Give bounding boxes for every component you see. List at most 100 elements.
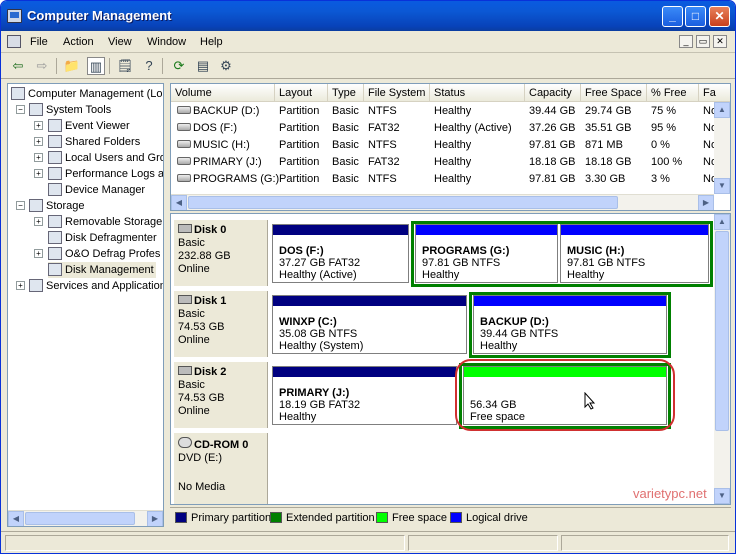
maximize-button[interactable]: □: [685, 6, 706, 27]
tree-item-storage[interactable]: Storage: [29, 198, 85, 214]
disk-2-header[interactable]: Disk 2 Basic 74.53 GB Online: [174, 362, 268, 428]
help-icon[interactable]: ?: [140, 57, 158, 75]
tree-horizontal-scrollbar[interactable]: ◀ ▶: [8, 510, 163, 526]
refresh-icon[interactable]: ⟳: [170, 57, 188, 75]
collapse-icon[interactable]: −: [16, 201, 25, 210]
expand-icon[interactable]: +: [16, 281, 25, 290]
cell-volume: PROGRAMS (G:): [193, 173, 280, 185]
tree-item-performance-logs[interactable]: Performance Logs a: [48, 166, 163, 182]
scroll-up-icon[interactable]: ▲: [714, 214, 730, 230]
cell-fs: NTFS: [368, 139, 397, 151]
tree-item-disk-management[interactable]: Disk Management: [48, 262, 156, 278]
mdi-restore-button[interactable]: ▭: [696, 35, 710, 48]
tree-item-shared-folders[interactable]: Shared Folders: [48, 134, 140, 150]
partition-backup[interactable]: BACKUP (D:) 39.44 GB NTFS Healthy: [473, 295, 667, 354]
tree-label: Device Manager: [65, 184, 146, 196]
settings-icon[interactable]: ⚙: [217, 57, 235, 75]
tree-item-local-users[interactable]: Local Users and Gro: [48, 150, 163, 166]
table-row[interactable]: BACKUP (D:) Partition Basic NTFS Healthy…: [171, 103, 717, 120]
disk-name: Disk 1: [194, 295, 227, 307]
mdi-minimize-button[interactable]: _: [679, 35, 693, 48]
scroll-thumb[interactable]: [25, 512, 135, 525]
tree-item-removable-storage[interactable]: Removable Storage: [48, 214, 162, 230]
legend-swatch: [376, 512, 388, 523]
partition-music[interactable]: MUSIC (H:) 97.81 GB NTFS Healthy: [560, 224, 709, 283]
partition-size: 97.81 GB NTFS: [567, 257, 646, 269]
column-header[interactable]: Status: [430, 84, 525, 102]
column-header[interactable]: Volume: [171, 84, 275, 102]
tree-label: Disk Management: [65, 264, 154, 276]
partition-programs[interactable]: PROGRAMS (G:) 97.81 GB NTFS Healthy: [415, 224, 558, 283]
expand-icon[interactable]: +: [34, 217, 43, 226]
up-folder-icon[interactable]: 📁: [63, 57, 81, 75]
tree-item-disk-defragmenter[interactable]: Disk Defragmenter: [48, 230, 157, 246]
minimize-button[interactable]: _: [662, 6, 683, 27]
expand-icon[interactable]: +: [34, 153, 43, 162]
expand-icon[interactable]: +: [34, 249, 43, 258]
cell-status: Healthy: [434, 173, 472, 185]
scroll-left-icon[interactable]: ◀: [8, 511, 24, 526]
table-row[interactable]: DOS (F:) Partition Basic FAT32 Healthy (…: [171, 120, 717, 137]
collapse-icon[interactable]: −: [16, 105, 25, 114]
cell-free: 3.30 GB: [585, 173, 626, 185]
cell-pct: 100 %: [651, 156, 683, 168]
disk-icon: [178, 224, 192, 233]
cell-free: 35.51 GB: [585, 122, 632, 134]
scroll-right-icon[interactable]: ▶: [147, 511, 163, 526]
partition-winxp[interactable]: WINXP (C:) 35.08 GB NTFS Healthy (System): [272, 295, 467, 354]
menu-help[interactable]: Help: [200, 36, 223, 48]
console-icon[interactable]: [7, 35, 21, 48]
tree-item-device-manager[interactable]: Device Manager: [48, 182, 145, 198]
menu-view[interactable]: View: [108, 36, 132, 48]
scroll-up-icon[interactable]: ▲: [714, 102, 730, 118]
tree-item-services[interactable]: Services and Application: [29, 278, 163, 294]
tree-item-event-viewer[interactable]: Event Viewer: [48, 118, 130, 134]
column-header[interactable]: % Free: [647, 84, 699, 102]
column-header[interactable]: Layout: [275, 84, 328, 102]
expand-icon[interactable]: +: [34, 169, 43, 178]
scroll-left-icon[interactable]: ◀: [171, 195, 187, 210]
scroll-thumb[interactable]: [715, 231, 729, 431]
column-header[interactable]: Free Space: [581, 84, 647, 102]
list-horizontal-scrollbar[interactable]: ◀ ▶: [171, 194, 714, 210]
table-row[interactable]: PRIMARY (J:) Partition Basic FAT32 Healt…: [171, 154, 717, 171]
partition-primary[interactable]: PRIMARY (J:) 18.19 GB FAT32 Healthy: [272, 366, 457, 425]
tree-item-oo-defrag[interactable]: O&O Defrag Profes: [48, 246, 160, 262]
table-row[interactable]: PROGRAMS (G:) Partition Basic NTFS Healt…: [171, 171, 717, 188]
column-header[interactable]: Capacity: [525, 84, 581, 102]
cdrom-icon: [178, 437, 192, 448]
show-hide-tree-icon[interactable]: ▥: [87, 57, 105, 75]
column-header[interactable]: File System: [364, 84, 430, 102]
window-title: Computer Management: [27, 8, 172, 23]
table-row[interactable]: MUSIC (H:) Partition Basic NTFS Healthy …: [171, 137, 717, 154]
menu-action[interactable]: Action: [63, 36, 94, 48]
properties-icon[interactable]: 🗒: [116, 57, 134, 75]
partition-dos[interactable]: DOS (F:) 37.27 GB FAT32 Healthy (Active): [272, 224, 409, 283]
scroll-thumb[interactable]: [188, 196, 618, 209]
scroll-down-icon[interactable]: ▼: [714, 488, 730, 504]
disk-1-header[interactable]: Disk 1 Basic 74.53 GB Online: [174, 291, 268, 357]
cdrom-header[interactable]: CD-ROM 0 DVD (E:) No Media: [174, 433, 268, 504]
export-list-icon[interactable]: ▤: [194, 57, 212, 75]
list-vertical-scrollbar[interactable]: ▲ ▼: [714, 102, 730, 194]
partition-size: 35.08 GB NTFS: [279, 328, 358, 340]
forward-arrow-icon[interactable]: ⇨: [33, 57, 51, 75]
scroll-down-icon[interactable]: ▼: [714, 178, 730, 194]
tree-item-root[interactable]: Computer Management (Loc: [11, 86, 163, 102]
mdi-close-button[interactable]: ✕: [713, 35, 727, 48]
scroll-right-icon[interactable]: ▶: [698, 195, 714, 210]
tree-item-system-tools[interactable]: System Tools: [29, 102, 111, 118]
disk-0-header[interactable]: Disk 0 Basic 232.88 GB Online: [174, 220, 268, 286]
expand-icon[interactable]: +: [34, 137, 43, 146]
menu-window[interactable]: Window: [147, 36, 186, 48]
column-header[interactable]: Type: [328, 84, 364, 102]
graph-vertical-scrollbar[interactable]: ▲ ▼: [714, 214, 730, 504]
back-arrow-icon[interactable]: ⇦: [9, 57, 27, 75]
event-viewer-icon: [48, 119, 62, 132]
expand-icon[interactable]: +: [34, 121, 43, 130]
column-header[interactable]: Fa: [699, 84, 730, 102]
cell-volume: PRIMARY (J:): [193, 156, 262, 168]
title-bar[interactable]: Computer Management _ □ ✕: [1, 1, 735, 31]
close-button[interactable]: ✕: [709, 6, 730, 27]
menu-file[interactable]: File: [30, 36, 48, 48]
